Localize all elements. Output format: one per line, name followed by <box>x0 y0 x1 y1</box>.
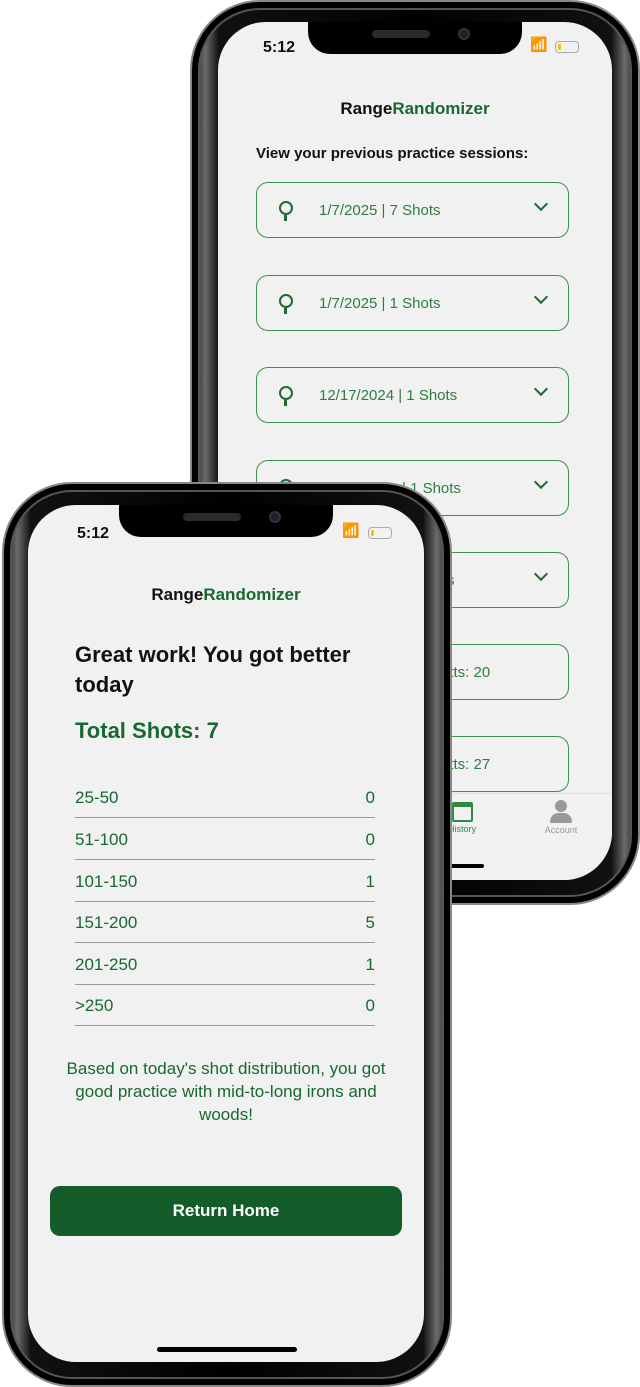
total-shots: Total Shots: 7 <box>75 718 219 743</box>
range-count: 1 <box>365 955 375 974</box>
range-label: >250 <box>75 996 114 1015</box>
return-home-button[interactable]: Return Home <box>50 1186 402 1236</box>
brand-part2: Randomizer <box>203 585 301 604</box>
chevron-down-icon[interactable] <box>533 289 549 305</box>
brand-part1: Range <box>151 585 204 604</box>
calendar-icon <box>451 802 473 822</box>
range-label: 51-100 <box>75 830 128 849</box>
summary-screen: 5:12 📶 RangeRandomizer Great work! You g… <box>28 505 424 1362</box>
battery-icon <box>368 527 392 539</box>
range-count: 1 <box>365 872 375 891</box>
chevron-down-icon[interactable] <box>533 474 549 490</box>
chevron-down-icon[interactable] <box>533 381 549 397</box>
session-label: 12/17/2024 | 1 Shots <box>319 387 458 404</box>
distribution-row: 151-200 5 <box>75 901 375 943</box>
brand-part1: Range <box>340 99 393 118</box>
tab-account-label: Account <box>544 825 578 835</box>
range-count: 5 <box>365 913 375 932</box>
app-title: RangeRandomizer <box>28 585 424 605</box>
congrats-heading: Great work! You got better today <box>75 642 351 697</box>
distribution-row: >250 0 <box>75 984 375 1026</box>
wifi-icon: 📶 <box>342 522 360 538</box>
notch <box>119 505 333 537</box>
distribution-row: 25-50 0 <box>75 776 375 818</box>
range-count: 0 <box>365 788 375 807</box>
session-item[interactable]: 12/17/2024 | 1 Shots <box>256 367 569 423</box>
session-item[interactable]: 1/7/2025 | 7 Shots <box>256 182 569 238</box>
session-item[interactable]: 1/7/2025 | 1 Shots <box>256 275 569 331</box>
notch <box>308 22 522 54</box>
chevron-down-icon[interactable] <box>533 566 549 582</box>
battery-icon <box>555 41 579 53</box>
range-label: 151-200 <box>75 913 138 932</box>
camera-icon <box>269 511 281 523</box>
status-time: 5:12 <box>263 39 296 56</box>
session-label: 1/7/2025 | 1 Shots <box>319 295 441 312</box>
app-title: RangeRandomizer <box>218 99 612 119</box>
distribution-row: 51-100 0 <box>75 818 375 860</box>
tab-account[interactable]: Account <box>536 800 586 835</box>
brand-part2: Randomizer <box>392 99 490 118</box>
camera-icon <box>458 28 470 40</box>
range-label: 25-50 <box>75 788 119 807</box>
range-label: 101-150 <box>75 872 138 891</box>
golf-tee-icon <box>279 201 293 221</box>
range-label: 201-250 <box>75 955 138 974</box>
golf-tee-icon <box>279 294 293 314</box>
range-count: 0 <box>365 996 375 1015</box>
golf-tee-icon <box>279 386 293 406</box>
status-time: 5:12 <box>77 525 110 542</box>
home-indicator <box>157 1347 297 1352</box>
practice-message: Based on today's shot distribution, you … <box>66 1059 386 1124</box>
distribution-row: 201-250 1 <box>75 943 375 985</box>
session-label: 1/7/2025 | 7 Shots <box>319 202 441 219</box>
chevron-down-icon[interactable] <box>533 196 549 212</box>
sessions-prompt: View your previous practice sessions: <box>256 145 529 162</box>
range-count: 0 <box>365 830 375 849</box>
person-icon <box>555 800 567 812</box>
distribution-row: 101-150 1 <box>75 860 375 902</box>
wifi-icon: 📶 <box>530 36 548 52</box>
